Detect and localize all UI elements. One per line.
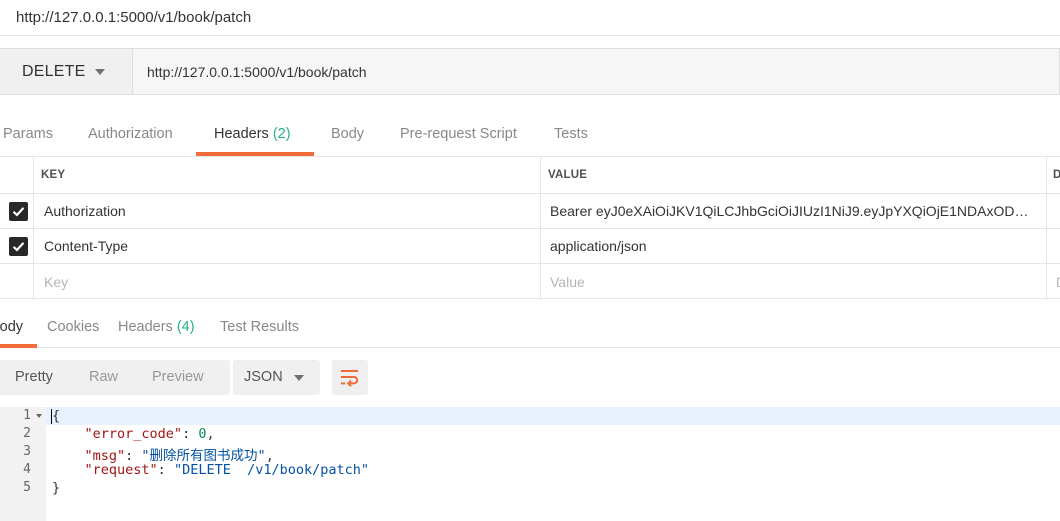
active-line-highlight — [46, 407, 1060, 425]
code-line: { — [52, 408, 61, 424]
format-label: JSON — [244, 369, 283, 385]
header-key-cell[interactable]: Content-Type — [44, 238, 534, 254]
chevron-down-icon — [294, 375, 304, 381]
format-dropdown[interactable]: JSON — [233, 360, 320, 395]
line-number: 1 — [23, 408, 31, 423]
tab-pre-request-script[interactable]: Pre-request Script — [400, 126, 517, 142]
header-value-cell[interactable]: Bearer eyJ0eXAiOiJKV1QiLCJhbGciOiJIUzI1N… — [550, 203, 1034, 219]
new-header-row: Key Value D — [0, 263, 1060, 300]
table-row: Authorization Bearer eyJ0eXAiOiJKV1QiLCJ… — [0, 193, 1060, 229]
line-number: 5 — [23, 480, 31, 495]
pretty-button[interactable]: Pretty — [15, 369, 53, 385]
response-headers-count-badge: (4) — [176, 319, 195, 335]
table-header-row: KEY VALUE D — [0, 156, 1060, 194]
column-header-key: KEY — [41, 169, 66, 181]
response-tabs: Body Cookies Headers (4) Test Results — [0, 310, 1060, 348]
headers-count-badge: (2) — [272, 126, 291, 142]
row-enabled-checkbox[interactable] — [9, 237, 28, 256]
tab-tests[interactable]: Tests — [554, 126, 588, 142]
tab-response-body[interactable]: Body — [0, 319, 23, 335]
tab-response-headers[interactable]: Headers (4) — [118, 319, 195, 335]
line-number: 4 — [23, 462, 31, 477]
chevron-down-icon — [95, 69, 105, 75]
request-tab-title[interactable]: http://127.0.0.1:5000/v1/book/patch — [0, 0, 1060, 36]
request-tab-title-text: http://127.0.0.1:5000/v1/book/patch — [16, 9, 252, 26]
code-line: "msg": "删除所有图书成功", — [84, 448, 274, 464]
method-dropdown[interactable]: DELETE — [0, 48, 133, 95]
tab-cookies[interactable]: Cookies — [47, 319, 99, 335]
code-line: "request": "DELETE /v1/book/patch" — [84, 462, 370, 478]
row-enabled-checkbox[interactable] — [9, 202, 28, 221]
response-body-editor[interactable]: 1 2 3 4 5 { "error_code": 0, "msg": "删除所… — [0, 407, 1060, 521]
checkmark-icon — [12, 242, 25, 252]
checkmark-icon — [12, 207, 25, 217]
new-description-input[interactable]: D — [1056, 274, 1060, 290]
tab-test-results[interactable]: Test Results — [220, 319, 299, 335]
header-value-cell[interactable]: application/json — [550, 238, 1034, 254]
fold-arrow-icon[interactable] — [36, 414, 42, 418]
code-line: "error_code": 0, — [84, 426, 215, 442]
url-text: http://127.0.0.1:5000/v1/book/patch — [147, 64, 367, 80]
request-tabs: Params Authorization Headers (2) Body Pr… — [0, 112, 1060, 156]
tab-body[interactable]: Body — [331, 126, 364, 142]
view-mode-segmented-control: Pretty Raw Preview — [0, 360, 230, 395]
preview-button[interactable]: Preview — [152, 369, 204, 385]
method-label: DELETE — [22, 63, 86, 80]
response-view-toolbar: Pretty Raw Preview JSON — [0, 360, 1060, 396]
request-bar: DELETE http://127.0.0.1:5000/v1/book/pat… — [0, 48, 1060, 95]
header-key-cell[interactable]: Authorization — [44, 203, 534, 219]
active-tab-indicator — [0, 344, 37, 348]
new-key-input[interactable]: Key — [44, 274, 68, 290]
line-number-gutter: 1 2 3 4 5 — [0, 407, 46, 521]
line-number: 2 — [23, 426, 31, 441]
table-row: Content-Type application/json — [0, 228, 1060, 264]
tab-headers[interactable]: Headers (2) — [214, 126, 291, 142]
line-number: 3 — [23, 444, 31, 459]
wrap-lines-icon — [341, 370, 359, 387]
tab-authorization[interactable]: Authorization — [88, 126, 173, 142]
new-value-input[interactable]: Value — [550, 274, 585, 290]
url-input[interactable]: http://127.0.0.1:5000/v1/book/patch — [133, 48, 1060, 95]
code-line: } — [52, 480, 61, 496]
column-header-value: VALUE — [548, 169, 588, 181]
tab-params[interactable]: Params — [3, 126, 53, 142]
wrap-lines-button[interactable] — [332, 360, 368, 395]
column-header-description: D — [1053, 169, 1060, 181]
raw-button[interactable]: Raw — [89, 369, 118, 385]
